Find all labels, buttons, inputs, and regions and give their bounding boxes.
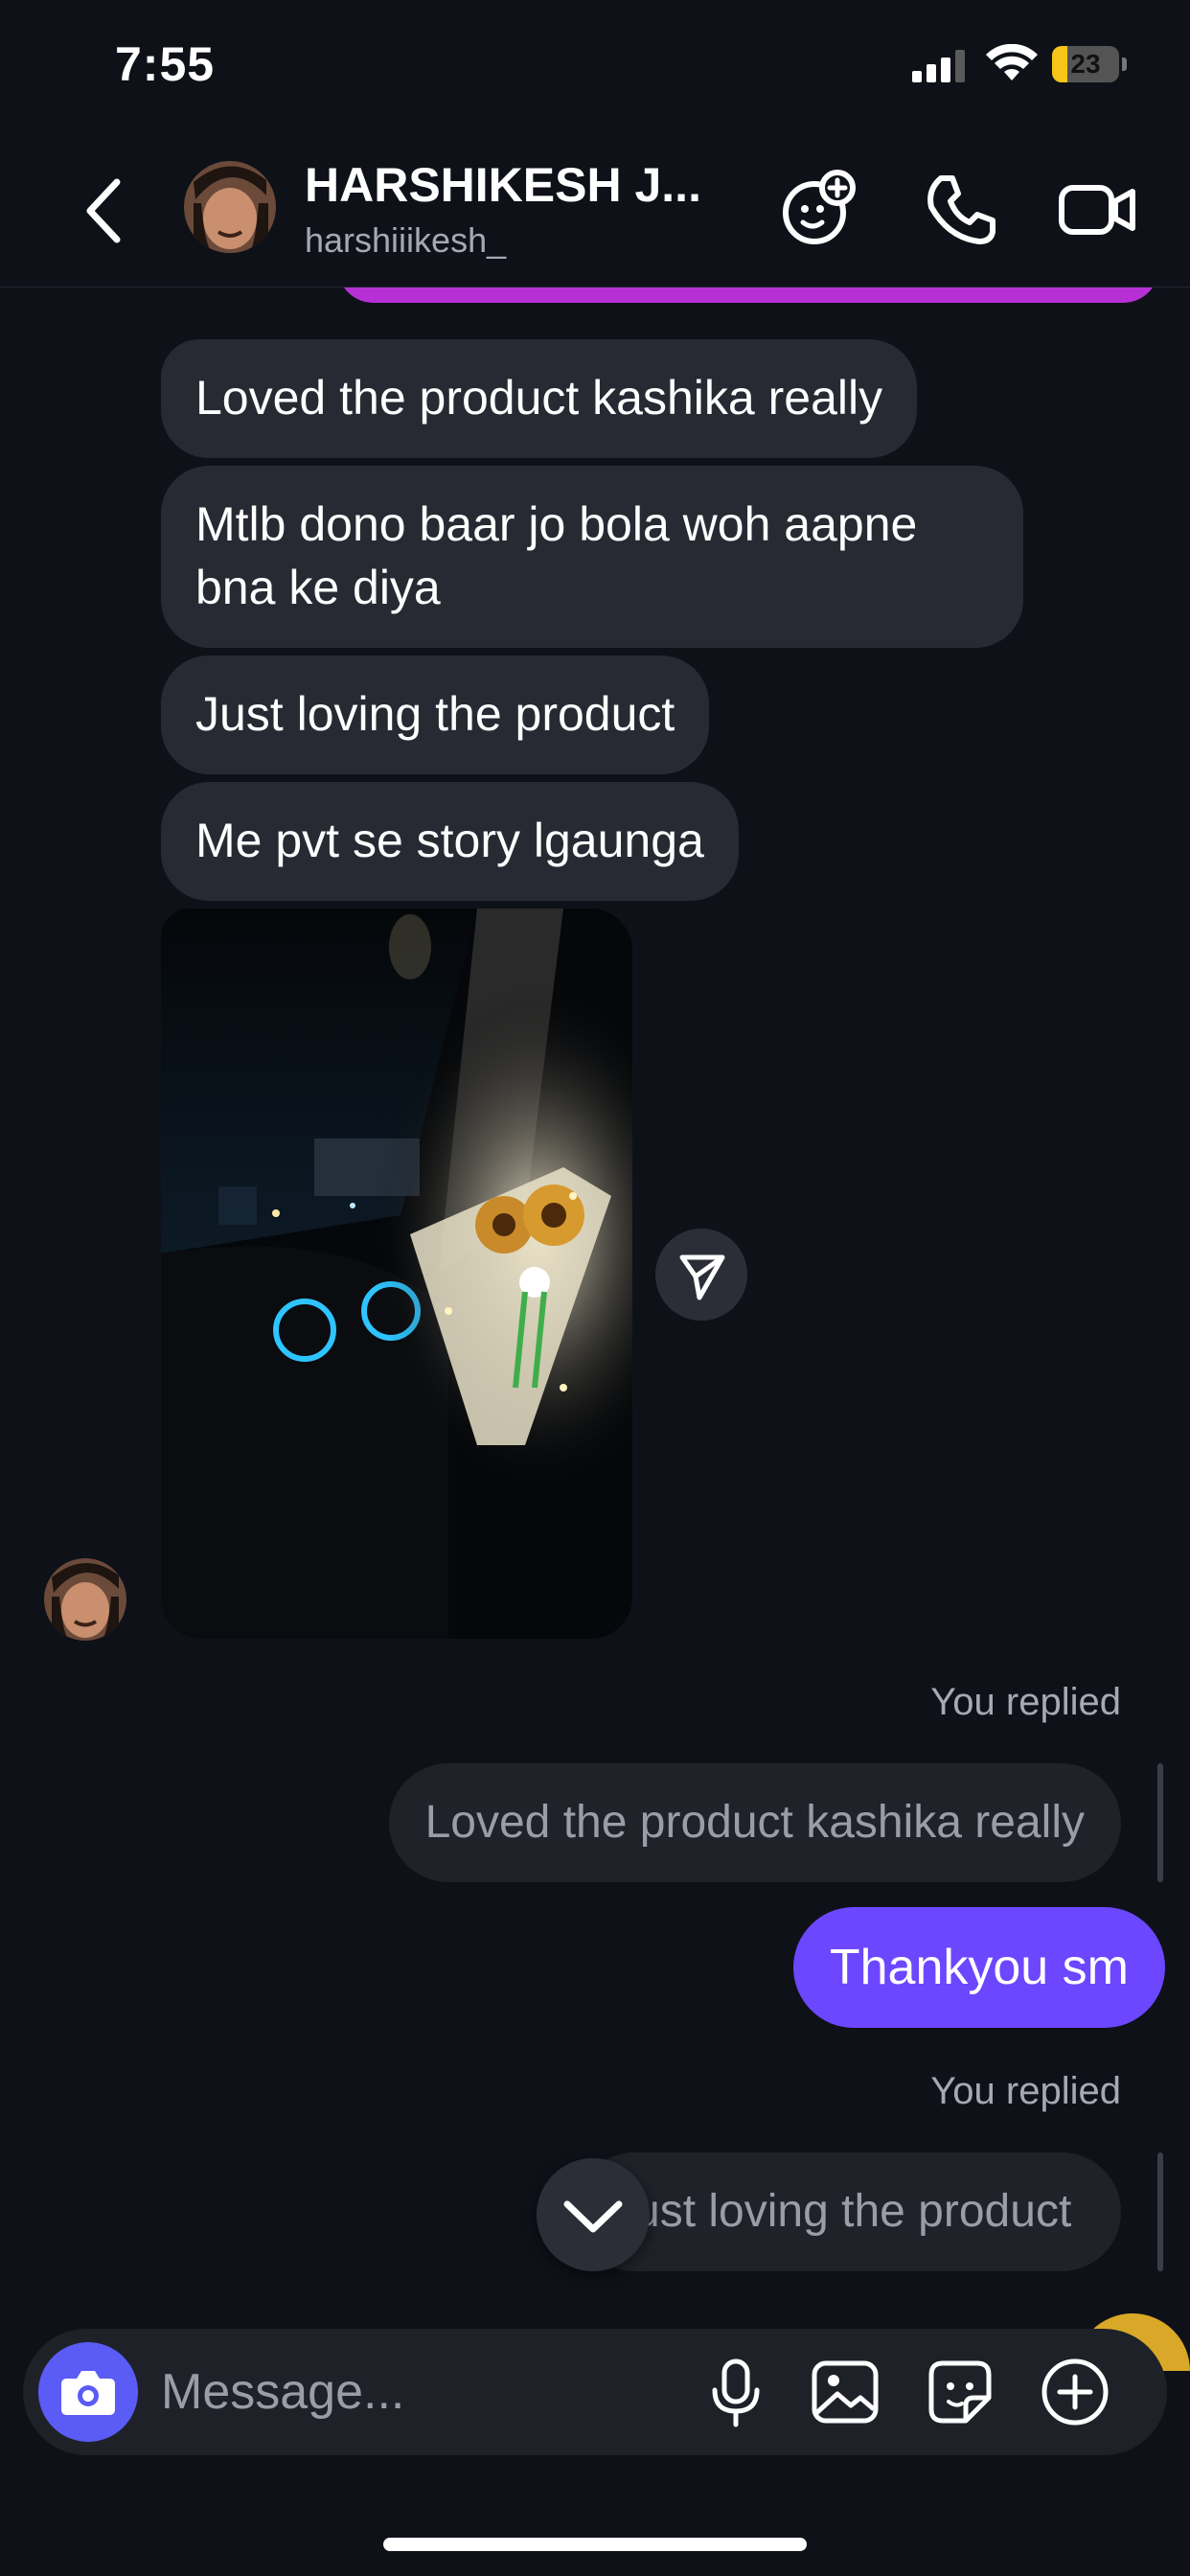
cellular-signal-icon (912, 50, 965, 82)
you-replied-label: You replied (930, 1681, 1121, 1723)
previous-message-bubble (337, 288, 1159, 303)
received-photo[interactable] (161, 908, 632, 1639)
chat-header: HARSHIKESH J... harshiiikesh_ (0, 134, 1190, 288)
sender-avatar[interactable] (44, 1558, 126, 1641)
received-message[interactable]: Loved the product kashika really (161, 339, 918, 458)
chevron-down-icon[interactable] (537, 2158, 650, 2271)
effects-icon[interactable] (778, 169, 858, 249)
phone-icon[interactable] (920, 169, 1000, 249)
contact-name[interactable]: HARSHIKESH J... (305, 157, 736, 213)
status-time: 7:55 (115, 37, 216, 91)
video-icon[interactable] (1058, 169, 1138, 249)
status-bar: 7:55 23 (0, 0, 1190, 134)
quoted-message[interactable]: Loved the product kashika really (388, 1763, 1121, 1882)
battery-indicator: 23 (1052, 46, 1127, 84)
sticker-icon[interactable] (922, 2354, 998, 2430)
message-input[interactable] (161, 2358, 678, 2426)
battery-level: 23 (1070, 49, 1101, 79)
quote-bar (1157, 2152, 1163, 2271)
sent-message[interactable]: Thankyou sm (792, 1907, 1165, 2028)
avatar[interactable] (184, 161, 276, 253)
message-list[interactable]: Loved the product kashika really Mtlb do… (0, 288, 1190, 2329)
back-icon[interactable] (75, 172, 132, 249)
received-message[interactable]: Mtlb dono baar jo bola woh aapne bna ke … (161, 466, 1023, 648)
gallery-icon[interactable] (807, 2354, 883, 2430)
wifi-icon (986, 44, 1038, 80)
microphone-icon[interactable] (698, 2354, 774, 2430)
you-replied-label: You replied (930, 2070, 1121, 2112)
chat-screen: 7:55 23 HARSHIKESH J... harshiiikesh_ Lo… (0, 0, 1190, 2576)
share-icon[interactable] (655, 1229, 747, 1321)
home-indicator (383, 2538, 807, 2551)
quote-bar (1157, 1763, 1163, 1882)
received-message[interactable]: Just loving the product (161, 656, 710, 774)
contact-username[interactable]: harshiiikesh_ (305, 220, 506, 261)
quoted-message[interactable]: Just loving the product (575, 2152, 1121, 2271)
received-message[interactable]: Me pvt se story lgaunga (161, 782, 739, 901)
message-composer (23, 2329, 1167, 2455)
camera-button[interactable] (38, 2342, 138, 2442)
plus-icon[interactable] (1037, 2354, 1113, 2430)
camera-icon (61, 2371, 115, 2415)
